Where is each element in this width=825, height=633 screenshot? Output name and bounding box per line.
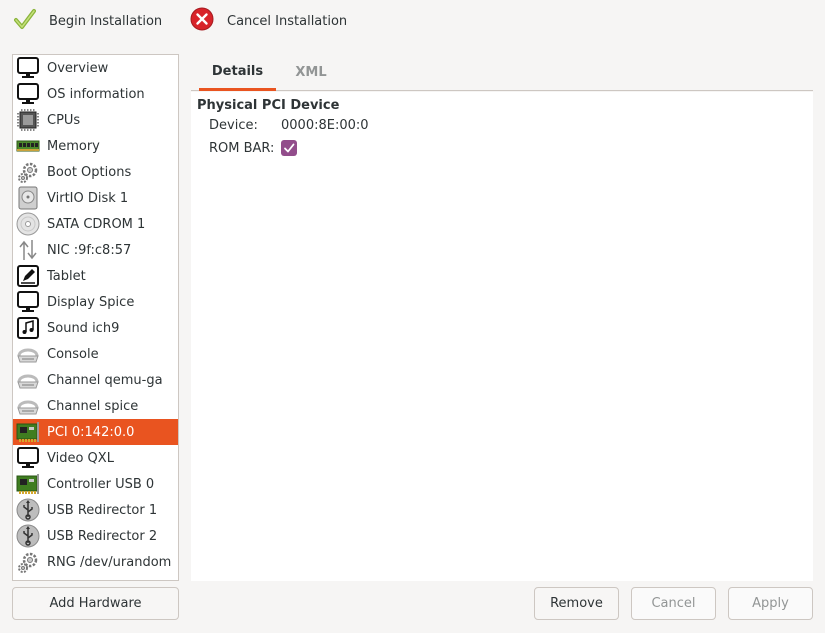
tab-xml[interactable]: XML [277, 54, 345, 91]
sidebar-item-pci-0-142-0-0[interactable]: PCI 0:142:0.0 [13, 419, 178, 445]
cancel-circle-icon [190, 7, 214, 35]
sidebar-item-label: USB Redirector 1 [47, 502, 158, 518]
tab-details[interactable]: Details [199, 54, 276, 91]
device-label: Device: [209, 118, 258, 133]
details-tabs: Details XML [191, 54, 813, 91]
network-icon [15, 237, 41, 263]
monitor-icon [15, 289, 41, 315]
sidebar-item-console[interactable]: Console [13, 341, 178, 367]
serial-icon [15, 367, 41, 393]
sidebar-item-virtio-disk-1[interactable]: VirtIO Disk 1 [13, 185, 178, 211]
memory-icon [15, 133, 41, 159]
apply-button[interactable]: Apply [728, 587, 813, 620]
serial-icon [15, 341, 41, 367]
rom-bar-label: ROM BAR: [209, 141, 275, 156]
sidebar-item-sound-ich9[interactable]: Sound ich9 [13, 315, 178, 341]
monitor-icon [15, 445, 41, 471]
sidebar-item-label: VirtIO Disk 1 [47, 190, 129, 206]
cdrom-icon [15, 211, 41, 237]
monitor-icon [15, 81, 41, 107]
sidebar-item-label: NIC :9f:c8:57 [47, 242, 132, 258]
sidebar-item-label: CPUs [47, 112, 81, 128]
pci-card-icon [15, 471, 41, 497]
sidebar-item-overview[interactable]: Overview [13, 55, 178, 81]
check-icon [284, 143, 295, 153]
sidebar-item-tablet[interactable]: Tablet [13, 263, 178, 289]
remove-button[interactable]: Remove [534, 587, 619, 620]
sidebar-item-label: Video QXL [47, 450, 114, 466]
sidebar-item-label: OS information [47, 86, 145, 102]
add-hardware-button[interactable]: Add Hardware [12, 587, 179, 620]
sidebar-item-channel-spice[interactable]: Channel spice [13, 393, 178, 419]
usb-icon [15, 523, 41, 549]
sidebar-item-label: SATA CDROM 1 [47, 216, 146, 232]
sidebar-item-label: Sound ich9 [47, 320, 120, 336]
gears-icon [15, 549, 41, 575]
usb-icon [15, 497, 41, 523]
sidebar-item-label: RNG /dev/urandom [47, 554, 172, 570]
serial-icon [15, 393, 41, 419]
sidebar-item-boot-options[interactable]: Boot Options [13, 159, 178, 185]
sidebar-item-label: Display Spice [47, 294, 135, 310]
sidebar-item-usb-redirector-2[interactable]: USB Redirector 2 [13, 523, 178, 549]
sidebar-item-label: Memory [47, 138, 100, 154]
cancel-installation-button[interactable]: Cancel Installation [190, 7, 348, 35]
cancel-button[interactable]: Cancel [631, 587, 716, 620]
sidebar-item-display-spice[interactable]: Display Spice [13, 289, 178, 315]
sidebar-item-usb-redirector-1[interactable]: USB Redirector 1 [13, 497, 178, 523]
gears-icon [15, 159, 41, 185]
cpu-icon [15, 107, 41, 133]
sidebar-item-label: Tablet [47, 268, 86, 284]
sidebar-item-video-qxl[interactable]: Video QXL [13, 445, 178, 471]
sidebar-item-controller-usb-0[interactable]: Controller USB 0 [13, 471, 178, 497]
sidebar-item-nic-9f-c8-57[interactable]: NIC :9f:c8:57 [13, 237, 178, 263]
sidebar-item-label: Channel qemu-ga [47, 372, 163, 388]
toolbar: Begin Installation Cancel Installation [0, 0, 825, 44]
section-title: Physical PCI Device [197, 98, 340, 113]
begin-installation-button[interactable]: Begin Installation [14, 8, 162, 34]
device-value: 0000:8E:00:0 [281, 118, 369, 133]
sidebar-item-label: Channel spice [47, 398, 139, 414]
checkmark-icon [14, 8, 36, 34]
sidebar-item-label: PCI 0:142:0.0 [47, 424, 135, 440]
disk-icon [15, 185, 41, 211]
sidebar-item-os-information[interactable]: OS information [13, 81, 178, 107]
sidebar-item-channel-qemu-ga[interactable]: Channel qemu-ga [13, 367, 178, 393]
hardware-list: Overview OS information CPUs Memory Boot Opt… [12, 54, 179, 581]
sidebar-item-label: Boot Options [47, 164, 132, 180]
sidebar-item-memory[interactable]: Memory [13, 133, 178, 159]
sidebar-item-label: USB Redirector 2 [47, 528, 158, 544]
rom-bar-checkbox[interactable] [281, 140, 297, 156]
sidebar-item-rng-dev-urandom[interactable]: RNG /dev/urandom [13, 549, 178, 575]
sidebar-item-label: Console [47, 346, 99, 362]
cancel-installation-label: Cancel Installation [227, 13, 348, 29]
pci-card-icon [15, 419, 41, 445]
sound-icon [15, 315, 41, 341]
monitor-icon [15, 55, 41, 81]
sidebar-item-label: Controller USB 0 [47, 476, 155, 492]
tablet-icon [15, 263, 41, 289]
begin-installation-label: Begin Installation [49, 13, 163, 29]
sidebar-item-cpus[interactable]: CPUs [13, 107, 178, 133]
sidebar-item-label: Overview [47, 60, 109, 76]
sidebar-item-sata-cdrom-1[interactable]: SATA CDROM 1 [13, 211, 178, 237]
details-panel: Physical PCI Device Device: 0000:8E:00:0… [191, 92, 813, 581]
